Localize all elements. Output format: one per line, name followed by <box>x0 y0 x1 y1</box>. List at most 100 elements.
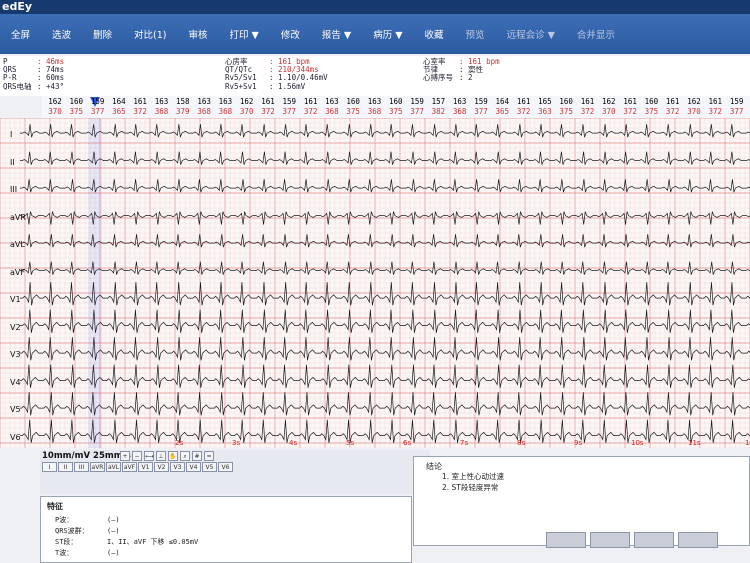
toolbar-item-0[interactable]: 全屏 <box>0 27 41 41</box>
time-label: 8s <box>517 439 525 447</box>
toolbar-item-8[interactable]: 病历 ▼ <box>362 27 413 41</box>
magnifier-icon[interactable]: ⌕ <box>180 451 190 461</box>
measurement-value: : 1.56mV <box>269 81 306 91</box>
ruler-icon[interactable]: ⟷ <box>144 451 154 461</box>
main-toolbar: 全屏 选波 删除 对比(1) 审核 打印 ▼ 修改 报告 ▼ 病历 ▼ 收藏 预览 远程会诊 ▼ 合并显… <box>0 14 750 54</box>
feature-row: QRS波群： (—) <box>55 526 120 536</box>
pan-icon[interactable]: ✋ <box>168 451 178 461</box>
feature-value: I、II、aVF 下移 ≤0.05mV <box>107 538 199 546</box>
beat-rate: 159 <box>729 97 744 106</box>
measurement-key: 心搏序号 <box>423 73 453 83</box>
time-label: 3s <box>232 439 240 447</box>
measurements-right: 心室率: 161 bpm 节律: 窦性 心搏序号: 2 <box>423 57 500 83</box>
lead-label: III <box>10 185 18 195</box>
zoom-in-icon[interactable]: + <box>120 451 130 461</box>
bottom-action-button[interactable] <box>634 532 674 548</box>
time-label: 7s <box>460 439 468 447</box>
lead-label: I <box>10 130 13 140</box>
lead-button[interactable]: V6 <box>218 462 233 472</box>
bottom-button-row <box>540 532 750 552</box>
lead-label: V2 <box>10 322 21 332</box>
ecg-waveform-area[interactable]: 2s 3s 4s 5s 6s 7s 8s 9s 10s 11s 12s <box>0 118 750 448</box>
lead-button[interactable]: V1 <box>138 462 153 472</box>
app-title: edEy <box>0 0 750 14</box>
toolbar-item-5[interactable]: 打印 ▼ <box>219 27 270 41</box>
lead-button[interactable]: V2 <box>154 462 169 472</box>
time-label: 2s <box>175 439 183 447</box>
measurements-left: P: 46ms QRS: 74ms P-R: 60ms QRS电轴: +43° <box>3 57 64 91</box>
bottom-action-button[interactable] <box>678 532 718 548</box>
feature-value: (—) <box>107 527 120 535</box>
measurement-row: 心搏序号 : 2 <box>423 74 500 82</box>
lead-button[interactable]: V4 <box>186 462 201 472</box>
lead-button[interactable]: II <box>58 462 73 472</box>
measurements-middle: 心房率: 161 bpm QT/QTc: 210/344ms Rv5/Sv1: 1.… <box>225 57 328 91</box>
toolbar-item-3[interactable]: 对比(1) <box>123 27 177 41</box>
diagnosis-line: 1. 室上性心动过速 <box>442 472 505 481</box>
ecg-toolbar: 10mm/mV 25mm/s + − ⟷ ⊥ ✋ ⌕ # ≈ I II III aVR… <box>40 450 430 494</box>
feature-key: ST段： <box>55 538 78 546</box>
measurement-row: Rv5+Sv1 : 1.56mV <box>225 81 328 91</box>
feature-row: ST段： I、II、aVF 下移 ≤0.05mV <box>55 537 198 547</box>
beat-strip: 162 370 160 375 159 377 164 365 161 372 163 368 158 3… <box>42 96 750 118</box>
measurement-key: QRS电轴 <box>3 81 32 91</box>
diagnosis-title: 结论 <box>426 462 442 471</box>
lead-button[interactable]: III <box>74 462 89 472</box>
ecg-app-window: edEy 全屏 选波 删除 对比(1) 审核 打印 ▼ 修改 报告 ▼ 病历 ▼ 收藏 预览 远程会诊… <box>0 0 750 563</box>
lead-label: V3 <box>10 350 21 360</box>
bottom-action-button[interactable] <box>546 532 586 548</box>
time-label: 5s <box>346 439 354 447</box>
toolbar-item-6[interactable]: 修改 <box>270 27 311 41</box>
measurement-value: : 2 <box>459 73 473 83</box>
measurement-panel: P: 46ms QRS: 74ms P-R: 60ms QRS电轴: +43° 心房率… <box>0 56 750 96</box>
lead-label: aVL <box>10 240 25 250</box>
toolbar-item-10[interactable]: 预览 <box>455 27 496 41</box>
caliper-icon[interactable]: ⊥ <box>156 451 166 461</box>
measurement-key: Rv5+Sv1 <box>225 81 257 91</box>
feature-value: (—) <box>107 549 120 557</box>
filter-icon[interactable]: ≈ <box>204 451 214 461</box>
gain-speed-label: 10mm/mV 25mm/s <box>42 451 131 461</box>
time-label: 10s <box>631 439 644 447</box>
bottom-action-button[interactable] <box>590 532 630 548</box>
toolbar-item-11[interactable]: 远程会诊 ▼ <box>496 27 566 41</box>
features-title: 特征 <box>47 502 63 511</box>
lead-button[interactable]: aVF <box>122 462 137 472</box>
beat-rr-interval: 377 <box>729 107 744 116</box>
lead-label: aVR <box>10 212 26 222</box>
lead-button[interactable]: I <box>42 462 57 472</box>
lead-button[interactable]: aVL <box>106 462 121 472</box>
toolbar-item-12[interactable]: 合并显示 <box>566 27 626 41</box>
lead-labels: I II III aVR aVL aVF V1 V2 V3 V4 V5 V6 <box>0 118 40 448</box>
selected-beat-highlight <box>88 118 102 448</box>
toolbar-item-7[interactable]: 报告 ▼ <box>311 27 362 41</box>
lead-label: V4 <box>10 377 21 387</box>
lead-button[interactable]: V5 <box>202 462 217 472</box>
lead-label: V5 <box>10 405 21 415</box>
feature-row: T波： (—) <box>55 548 120 558</box>
diagnosis-line: 2. ST段轻度异常 <box>442 483 499 492</box>
lead-button[interactable]: aVR <box>90 462 105 472</box>
lead-label: II <box>10 157 15 167</box>
toolbar-item-2[interactable]: 删除 <box>82 27 123 41</box>
time-label: 9s <box>574 439 582 447</box>
feature-row: P波： (—) <box>55 515 120 525</box>
features-panel: 特征 P波： (—) QRS波群： (—) ST段： I、II、aVF 下移 ≤0.05m… <box>40 496 412 563</box>
lead-label: V6 <box>10 432 21 442</box>
toolbar-item-4[interactable]: 审核 <box>178 27 219 41</box>
zoom-out-icon[interactable]: − <box>132 451 142 461</box>
grid-icon[interactable]: # <box>192 451 202 461</box>
lead-label: aVF <box>10 267 25 277</box>
time-label: 11s <box>688 439 701 447</box>
toolbar-item-1[interactable]: 选波 <box>41 27 82 41</box>
feature-value: (—) <box>107 516 120 524</box>
feature-key: T波： <box>55 549 74 557</box>
time-label: 4s <box>289 439 297 447</box>
time-label: 6s <box>403 439 411 447</box>
lead-label: V1 <box>10 295 21 305</box>
feature-key: QRS波群： <box>55 527 89 535</box>
lead-button[interactable]: V3 <box>170 462 185 472</box>
toolbar-item-9[interactable]: 收藏 <box>414 27 455 41</box>
feature-key: P波： <box>55 516 74 524</box>
time-label: 12s <box>745 439 750 447</box>
